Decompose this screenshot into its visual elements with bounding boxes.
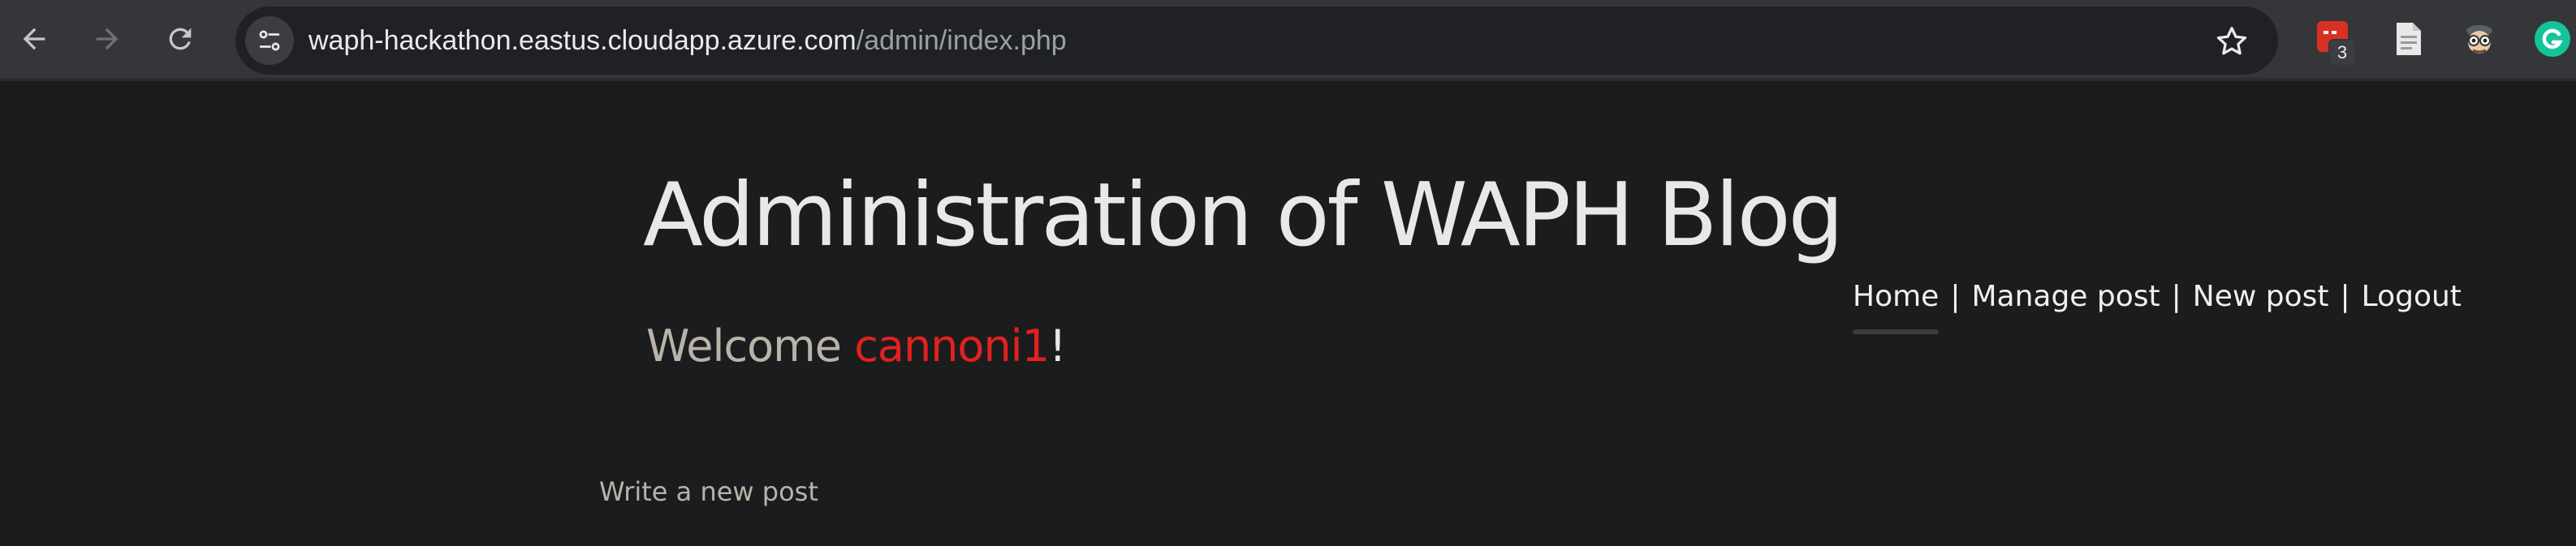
welcome-prefix: Welcome bbox=[646, 320, 855, 372]
back-button[interactable] bbox=[10, 15, 58, 63]
document-extension-icon[interactable] bbox=[2387, 18, 2429, 60]
spy-extension-icon[interactable] bbox=[2458, 18, 2500, 60]
page-content: Administration of WAPH Blog Welcome cann… bbox=[0, 84, 2576, 546]
nav-home-link[interactable]: Home bbox=[1853, 280, 1939, 313]
browser-toolbar: waph-hackathon.eastus.cloudapp.azure.com… bbox=[0, 0, 2576, 81]
extension-badge: 3 bbox=[2328, 39, 2356, 67]
forward-button[interactable] bbox=[83, 15, 132, 63]
nav-new-post-link[interactable]: New post bbox=[2193, 280, 2329, 313]
reload-button[interactable] bbox=[156, 15, 205, 63]
url-text[interactable]: waph-hackathon.eastus.cloudapp.azure.com… bbox=[309, 6, 1067, 75]
nav-separator: | bbox=[2171, 280, 2181, 313]
username: cannoni1 bbox=[854, 320, 1050, 372]
nav-separator: | bbox=[2340, 280, 2350, 313]
grammarly-icon[interactable] bbox=[2531, 18, 2574, 60]
page-title: Administration of WAPH Blog bbox=[643, 165, 1844, 266]
url-path: /admin/index.php bbox=[856, 25, 1067, 56]
address-bar[interactable]: waph-hackathon.eastus.cloudapp.azure.com… bbox=[235, 6, 2278, 75]
back-arrow-icon bbox=[23, 28, 45, 50]
write-new-post-link[interactable]: Write a new post bbox=[599, 479, 818, 505]
nav-logout-link[interactable]: Logout bbox=[2362, 280, 2462, 313]
tune-icon bbox=[259, 30, 280, 51]
star-icon[interactable] bbox=[2213, 23, 2250, 60]
nav-manage-post-link[interactable]: Manage post bbox=[1971, 280, 2160, 313]
site-info-button[interactable] bbox=[245, 16, 294, 65]
forward-arrow-icon bbox=[96, 28, 119, 50]
reload-icon bbox=[169, 28, 192, 50]
welcome-suffix: ! bbox=[1049, 320, 1067, 372]
main-nav: Home | Manage post | New post | Logout bbox=[1853, 282, 2462, 312]
url-host: waph-hackathon.eastus.cloudapp.azure.com bbox=[309, 25, 857, 56]
red-extension-icon[interactable]: 3 bbox=[2314, 18, 2356, 67]
welcome-message: Welcome cannoni1! bbox=[646, 325, 1067, 368]
nav-separator: | bbox=[1950, 280, 1961, 313]
